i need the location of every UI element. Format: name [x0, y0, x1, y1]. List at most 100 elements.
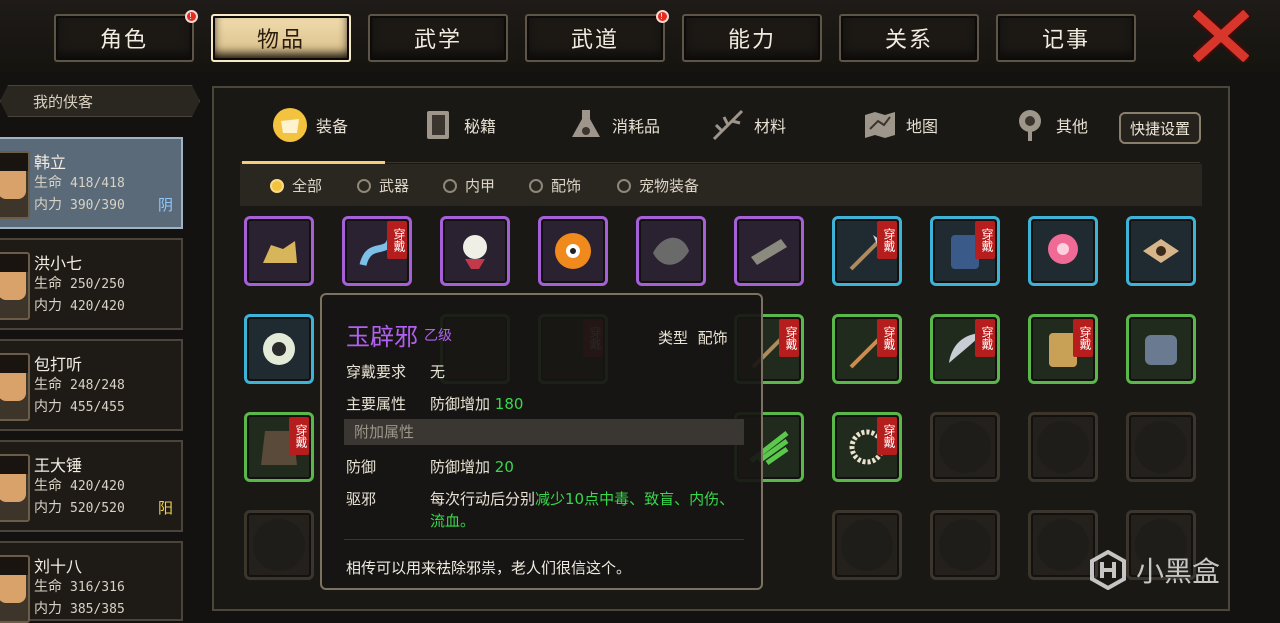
empty-slot[interactable] [1126, 412, 1196, 482]
watermark: 小黑盒 [1088, 550, 1220, 590]
main-attr-value: 防御增加 180 [430, 395, 524, 413]
item-slot[interactable] [244, 314, 314, 384]
empty-slot[interactable] [244, 510, 314, 580]
tab-journal[interactable]: 记事 [996, 14, 1136, 62]
item-slot[interactable] [636, 216, 706, 286]
filter-all[interactable]: 全部 [270, 175, 322, 196]
requirement-label: 穿戴要求 [346, 363, 407, 381]
radio-icon [443, 178, 457, 193]
empty-slot[interactable] [1028, 412, 1098, 482]
main-attr-label: 主要属性 [346, 395, 407, 413]
avatar [0, 151, 30, 219]
top-bar: 角色! 物品 武学 武道! 能力 关系 记事 [0, 0, 1280, 72]
divider [344, 539, 744, 540]
defense-value: 防御增加 20 [430, 458, 514, 476]
herb-icon [710, 107, 746, 143]
item-type: 类型 配饰 [658, 329, 728, 347]
jade-ring-icon [263, 333, 295, 365]
eye-amulet-icon [1143, 239, 1179, 263]
item-slot[interactable]: 穿戴 [930, 314, 1000, 384]
peony-icon [1048, 234, 1078, 264]
misc-icon [1012, 107, 1048, 143]
exorcise-label: 驱邪 [346, 490, 377, 508]
notification-icon: ! [656, 10, 669, 23]
item-slot[interactable] [538, 216, 608, 286]
category-equipment[interactable]: 装备 [272, 100, 348, 150]
equipped-badge: 穿戴 [877, 319, 897, 357]
avatar [0, 252, 30, 320]
hero-card-hongxiaoqi[interactable]: 洪小七 生命 250/250 内力 420/420 [0, 238, 183, 330]
steel-armor-icon [1145, 335, 1177, 365]
hero-list-header[interactable]: 我的侠客 [0, 85, 200, 117]
item-slot[interactable]: 穿戴 [832, 216, 902, 286]
empty-slot[interactable] [832, 510, 902, 580]
defense-label: 防御 [346, 458, 377, 476]
heybox-logo-icon [1090, 550, 1126, 590]
item-slot[interactable]: 穿戴 [342, 216, 412, 286]
equipped-badge: 穿戴 [877, 221, 897, 259]
category-other[interactable]: 其他 [1012, 100, 1088, 150]
item-slot[interactable]: 穿戴 [832, 412, 902, 482]
equipped-badge: 穿戴 [1073, 319, 1093, 357]
tab-martial-path[interactable]: 武道! [525, 10, 669, 62]
tab-items[interactable]: 物品 [211, 14, 351, 62]
hero-card-baodating[interactable]: 包打听 生命 248/248 内力 455/455 [0, 339, 183, 431]
category-bar: 装备 秘籍 消耗品 材料 地图 其他 [242, 100, 1222, 150]
item-slot[interactable] [734, 216, 804, 286]
gold-ore-icon [263, 241, 297, 263]
item-tooltip: 玉辟邪 乙级 类型 配饰 穿戴要求 无 主要属性 防御增加 180 附加属性 防… [320, 293, 763, 590]
requirement-value: 无 [430, 363, 446, 381]
notification-icon: ! [185, 10, 198, 23]
yang-badge: 阳 [157, 499, 173, 517]
item-description: 相传可以用来祛除邪祟，老人们很信这个。 [346, 559, 632, 577]
hero-list: 我的侠客 韩立 生命 418/418 内力 390/390 阴 洪小七 生命 250/… [0, 80, 205, 623]
filter-accessories[interactable]: 配饰 [529, 175, 581, 196]
category-manuals[interactable]: 秘籍 [420, 100, 496, 150]
filter-armor[interactable]: 内甲 [443, 175, 495, 196]
tab-martial-arts[interactable]: 武学 [368, 14, 508, 62]
item-slot[interactable]: 穿戴 [1028, 314, 1098, 384]
hotkey-settings-button[interactable]: 快捷设置 [1119, 112, 1201, 144]
equipped-badge: 穿戴 [289, 417, 309, 455]
item-slot[interactable] [440, 216, 510, 286]
avatar [0, 353, 30, 421]
tab-relations[interactable]: 关系 [839, 14, 979, 62]
avatar [0, 454, 30, 522]
equipped-badge: 穿戴 [877, 417, 897, 455]
radio-icon [357, 178, 371, 193]
filter-pet-gear[interactable]: 宠物装备 [617, 175, 699, 196]
item-slot[interactable] [1126, 314, 1196, 384]
iron-leaf-icon [653, 237, 689, 265]
radio-icon [617, 178, 631, 193]
item-slot[interactable]: 穿戴 [832, 314, 902, 384]
item-grade: 乙级 [424, 328, 452, 344]
empty-slot[interactable] [930, 412, 1000, 482]
equipment-icon [272, 107, 308, 143]
equipped-badge: 穿戴 [387, 221, 407, 259]
equipped-badge: 穿戴 [975, 319, 995, 357]
item-slot[interactable] [1028, 216, 1098, 286]
item-slot[interactable] [1126, 216, 1196, 286]
category-materials[interactable]: 材料 [710, 100, 786, 150]
hero-card-liushiba[interactable]: 刘十八 生命 316/316 内力 385/385 [0, 541, 183, 623]
item-slot[interactable]: 穿戴 [930, 216, 1000, 286]
equipped-badge: 穿戴 [975, 221, 995, 259]
radio-icon [529, 178, 543, 193]
yin-badge: 阴 [157, 196, 173, 214]
category-maps[interactable]: 地图 [862, 100, 938, 150]
main-tabs: 角色! 物品 武学 武道! 能力 关系 记事 [54, 10, 1136, 64]
exorcise-value: 每次行动后分别减少10点中毒、致盲、内伤、 流血。 [430, 490, 735, 530]
item-slot[interactable] [244, 216, 314, 286]
tab-abilities[interactable]: 能力 [682, 14, 822, 62]
book-icon [420, 107, 456, 143]
tab-character[interactable]: 角色! [54, 10, 198, 62]
extra-attr-header: 附加属性 [344, 419, 744, 445]
filter-weapons[interactable]: 武器 [357, 175, 409, 196]
empty-slot[interactable] [930, 510, 1000, 580]
item-slot[interactable]: 穿戴 [244, 412, 314, 482]
close-icon[interactable] [1193, 10, 1249, 62]
item-name: 玉辟邪 [346, 323, 418, 351]
category-consumables[interactable]: 消耗品 [568, 100, 660, 150]
hero-card-hanli[interactable]: 韩立 生命 418/418 内力 390/390 阴 [0, 137, 183, 229]
hero-card-wangdachui[interactable]: 王大锤 生命 420/420 内力 520/520 阳 [0, 440, 183, 532]
